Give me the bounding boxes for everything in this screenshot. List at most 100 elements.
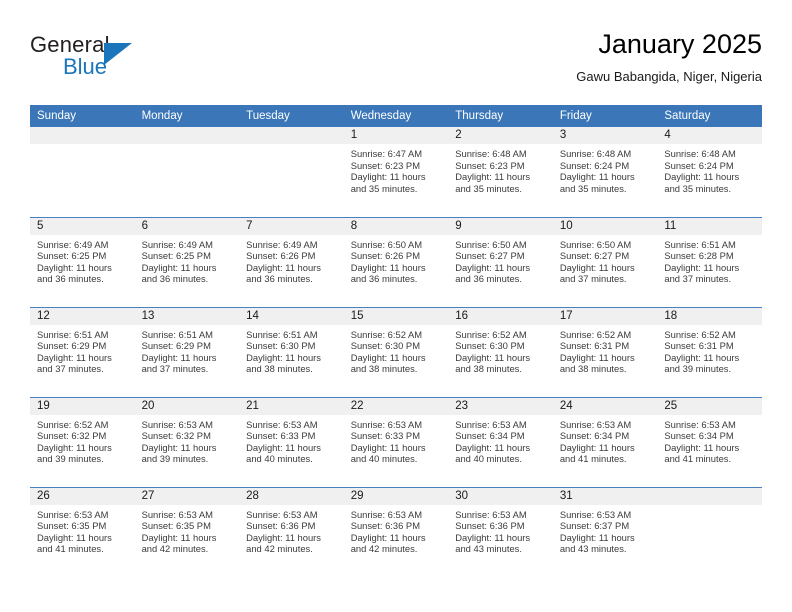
- sunrise-text: Sunrise: 6:53 AM: [455, 508, 527, 520]
- calendar-day-cell[interactable]: 28 Sunrise: 6:53 AM Sunset: 6:36 PM Dayligh…: [239, 486, 344, 577]
- day-number: 2: [448, 127, 553, 144]
- calendar-day-cell[interactable]: 23 Sunrise: 6:53 AM Sunset: 6:34 PM Dayligh…: [448, 396, 553, 487]
- daylight-text: Daylight: 11 hours and 35 minutes.: [664, 171, 740, 194]
- day-details: Sunrise: 6:50 AM Sunset: 6:26 PM Daylight:…: [344, 235, 449, 285]
- calendar-day-cell-empty: [30, 127, 135, 217]
- calendar-day-cell[interactable]: 6 Sunrise: 6:49 AM Sunset: 6:25 PM Daylight…: [134, 216, 240, 307]
- calendar-day-cell[interactable]: 4 Sunrise: 6:48 AM Sunset: 6:24 PM Daylight…: [657, 127, 762, 217]
- weekday-header-tuesday: Tuesday: [239, 105, 344, 127]
- day-number: 29: [343, 487, 449, 505]
- daylight-text: Daylight: 11 hours and 37 minutes.: [664, 261, 740, 285]
- calendar-day-cell[interactable]: 15 Sunrise: 6:52 AM Sunset: 6:30 PM Dayligh…: [343, 306, 449, 397]
- calendar-day-cell[interactable]: 3 Sunrise: 6:48 AM Sunset: 6:24 PM Daylight…: [552, 127, 658, 217]
- sunrise-text: Sunrise: 6:52 AM: [664, 328, 736, 340]
- sunset-text: Sunset: 6:27 PM: [455, 250, 525, 262]
- day-number: 8: [343, 217, 449, 235]
- sunrise-text: Sunrise: 6:52 AM: [350, 328, 423, 340]
- calendar-day-cell[interactable]: 18 Sunrise: 6:52 AM Sunset: 6:31 PM Dayligh…: [657, 306, 762, 397]
- day-number: 18: [657, 307, 762, 325]
- calendar-day-cell[interactable]: 22 Sunrise: 6:53 AM Sunset: 6:33 PM Dayligh…: [343, 396, 449, 487]
- daylight-text: Daylight: 11 hours and 39 minutes.: [664, 351, 740, 375]
- day-details: Sunrise: 6:47 AM Sunset: 6:23 PM Daylight:…: [344, 144, 449, 194]
- sunrise-text: Sunrise: 6:49 AM: [246, 238, 318, 250]
- daylight-text: Daylight: 11 hours and 38 minutes.: [455, 351, 531, 375]
- daylight-text: Daylight: 11 hours and 43 minutes.: [455, 531, 531, 555]
- calendar-day-cell[interactable]: 25 Sunrise: 6:53 AM Sunset: 6:34 PM Dayligh…: [657, 396, 762, 487]
- calendar-day-cell[interactable]: 29 Sunrise: 6:53 AM Sunset: 6:36 PM Dayligh…: [343, 486, 449, 577]
- day-number: 13: [134, 307, 240, 325]
- calendar-day-cell-empty: [239, 127, 344, 217]
- sunrise-text: Sunrise: 6:53 AM: [350, 418, 423, 430]
- sunset-text: Sunset: 6:34 PM: [455, 430, 525, 442]
- day-number: 24: [552, 397, 658, 415]
- day-number: 3: [552, 127, 658, 144]
- sunset-text: Sunset: 6:31 PM: [559, 340, 630, 352]
- calendar-day-cell[interactable]: 17 Sunrise: 6:52 AM Sunset: 6:31 PM Dayligh…: [552, 306, 658, 397]
- calendar-day-cell[interactable]: 7 Sunrise: 6:49 AM Sunset: 6:26 PM Daylight…: [239, 216, 344, 307]
- daylight-text: Daylight: 11 hours and 42 minutes.: [141, 531, 217, 555]
- sunrise-text: Sunrise: 6:50 AM: [455, 238, 527, 250]
- daylight-text: Daylight: 11 hours and 41 minutes.: [664, 441, 740, 465]
- calendar-day-cell[interactable]: 11 Sunrise: 6:51 AM Sunset: 6:28 PM Dayligh…: [657, 216, 762, 307]
- day-details: Sunrise: 6:53 AM Sunset: 6:36 PM Daylight:…: [448, 505, 553, 555]
- sunset-text: Sunset: 6:25 PM: [37, 250, 107, 262]
- calendar-day-cell[interactable]: 24 Sunrise: 6:53 AM Sunset: 6:34 PM Dayligh…: [552, 396, 658, 487]
- calendar-day-cell[interactable]: 1 Sunrise: 6:47 AM Sunset: 6:23 PM Daylight…: [343, 127, 449, 217]
- weekday-header-thursday: Thursday: [448, 105, 553, 127]
- day-number: 17: [552, 307, 658, 325]
- sunset-text: Sunset: 6:26 PM: [246, 250, 316, 262]
- calendar-day-cell[interactable]: 9 Sunrise: 6:50 AM Sunset: 6:27 PM Daylight…: [448, 216, 553, 307]
- calendar-day-cell[interactable]: 10 Sunrise: 6:50 AM Sunset: 6:27 PM Dayligh…: [552, 216, 658, 307]
- logo-text-blue: Blue: [63, 54, 108, 79]
- daylight-text: Daylight: 11 hours and 37 minutes.: [37, 351, 112, 375]
- day-details: Sunrise: 6:53 AM Sunset: 6:35 PM Daylight:…: [30, 505, 135, 555]
- day-number: 22: [343, 397, 449, 415]
- sunset-text: Sunset: 6:36 PM: [455, 520, 525, 532]
- sunrise-text: Sunrise: 6:51 AM: [141, 328, 213, 340]
- calendar-page: General Blue January 2025 Gawu Babangida…: [0, 0, 792, 612]
- sunset-text: Sunset: 6:29 PM: [141, 340, 211, 352]
- daylight-text: Daylight: 11 hours and 38 minutes.: [246, 351, 321, 375]
- calendar-day-cell[interactable]: 13 Sunrise: 6:51 AM Sunset: 6:29 PM Dayligh…: [134, 306, 240, 397]
- calendar-day-cell[interactable]: 5 Sunrise: 6:49 AM Sunset: 6:25 PM Daylight…: [30, 216, 135, 307]
- day-number: 1: [343, 127, 449, 144]
- calendar-day-cell[interactable]: 21 Sunrise: 6:53 AM Sunset: 6:33 PM Dayligh…: [239, 396, 344, 487]
- sunset-text: Sunset: 6:23 PM: [350, 159, 420, 171]
- sunrise-text: Sunrise: 6:51 AM: [664, 238, 736, 250]
- calendar-day-cell[interactable]: 14 Sunrise: 6:51 AM Sunset: 6:30 PM Dayligh…: [239, 306, 344, 397]
- calendar-day-cell[interactable]: 12 Sunrise: 6:51 AM Sunset: 6:29 PM Dayligh…: [30, 306, 135, 397]
- day-details: Sunrise: 6:53 AM Sunset: 6:35 PM Daylight:…: [135, 505, 240, 555]
- day-details: Sunrise: 6:51 AM Sunset: 6:28 PM Daylight:…: [657, 235, 762, 285]
- sunset-text: Sunset: 6:23 PM: [455, 159, 525, 171]
- day-details: Sunrise: 6:53 AM Sunset: 6:36 PM Daylight:…: [239, 505, 344, 555]
- calendar-day-cell[interactable]: 20 Sunrise: 6:53 AM Sunset: 6:32 PM Dayligh…: [134, 396, 240, 487]
- day-number: 12: [30, 307, 135, 325]
- calendar-day-cell-empty: [134, 127, 240, 217]
- sunset-text: Sunset: 6:33 PM: [350, 430, 420, 442]
- sunrise-text: Sunrise: 6:53 AM: [350, 508, 423, 520]
- calendar-day-cell[interactable]: 16 Sunrise: 6:52 AM Sunset: 6:30 PM Dayligh…: [448, 306, 553, 397]
- weekday-header-row: Sunday Monday Tuesday Wednesday Thursday…: [30, 105, 762, 127]
- daylight-text: Daylight: 11 hours and 38 minutes.: [559, 351, 635, 375]
- sunrise-sunset-calendar: Sunday Monday Tuesday Wednesday Thursday…: [30, 105, 762, 577]
- daylight-text: Daylight: 11 hours and 41 minutes.: [559, 441, 635, 465]
- calendar-day-cell[interactable]: 2 Sunrise: 6:48 AM Sunset: 6:23 PM Daylight…: [448, 127, 553, 217]
- sunset-text: Sunset: 6:24 PM: [559, 159, 630, 171]
- generalblue-logo[interactable]: General Blue: [30, 32, 230, 88]
- calendar-day-cell[interactable]: 19 Sunrise: 6:52 AM Sunset: 6:32 PM Dayligh…: [30, 396, 135, 487]
- sunset-text: Sunset: 6:32 PM: [141, 430, 211, 442]
- page-title: January 2025: [598, 29, 762, 59]
- calendar-day-cell[interactable]: 30 Sunrise: 6:53 AM Sunset: 6:36 PM Dayligh…: [448, 486, 553, 577]
- sunrise-text: Sunrise: 6:51 AM: [246, 328, 318, 340]
- day-details: Sunrise: 6:49 AM Sunset: 6:26 PM Daylight:…: [239, 235, 344, 285]
- calendar-day-cell[interactable]: 8 Sunrise: 6:50 AM Sunset: 6:26 PM Daylight…: [343, 216, 449, 307]
- calendar-day-cell[interactable]: 27 Sunrise: 6:53 AM Sunset: 6:35 PM Dayligh…: [134, 486, 240, 577]
- daylight-text: Daylight: 11 hours and 40 minutes.: [246, 441, 321, 465]
- sunrise-text: Sunrise: 6:48 AM: [455, 148, 527, 159]
- daylight-text: Daylight: 11 hours and 37 minutes.: [141, 351, 217, 375]
- calendar-day-cell[interactable]: 26 Sunrise: 6:53 AM Sunset: 6:35 PM Dayligh…: [30, 486, 135, 577]
- calendar-day-cell[interactable]: 31 Sunrise: 6:53 AM Sunset: 6:37 PM Dayligh…: [552, 486, 658, 577]
- calendar-week-row: 12 Sunrise: 6:51 AM Sunset: 6:29 PM Dayligh…: [30, 306, 762, 397]
- day-number: 5: [30, 217, 135, 235]
- calendar-week-row: 26 Sunrise: 6:53 AM Sunset: 6:35 PM Dayligh…: [30, 486, 762, 577]
